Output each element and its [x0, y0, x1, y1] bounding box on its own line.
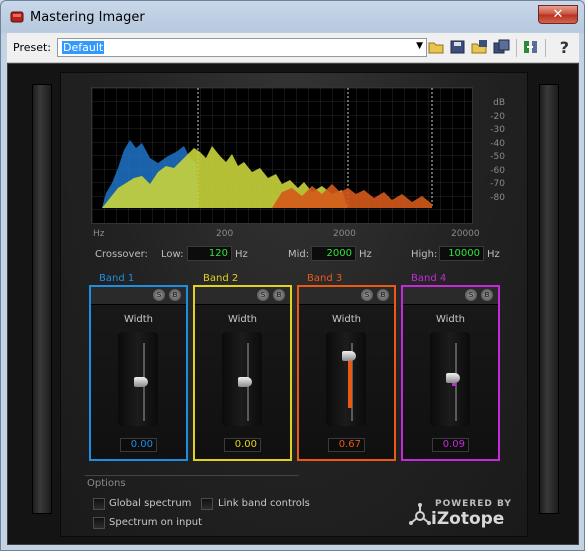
izotope-logo: POWERED BY iZotope [409, 497, 519, 531]
crossover-unit: Hz [235, 249, 248, 260]
band1-solo-button[interactable]: S [153, 289, 165, 301]
crossover-unit: Hz [359, 249, 372, 260]
band3-solo-button[interactable]: S [361, 289, 373, 301]
db-tick: -60 [490, 165, 505, 176]
options-divider [85, 475, 299, 476]
close-button[interactable]: ✕ [538, 5, 578, 24]
global-spectrum-checkbox[interactable] [93, 498, 105, 510]
band3-width-slider-thumb[interactable] [342, 350, 356, 361]
global-spectrum-label[interactable]: Global spectrum [109, 498, 191, 509]
spectrum-display[interactable] [91, 87, 473, 224]
band1-panel: S B Width 0.00 [89, 285, 188, 461]
mastering-imager-window: Mastering Imager ✕ Preset: Default ▼ ? d… [0, 0, 585, 551]
band3-width-value[interactable]: 0.67 [328, 438, 365, 452]
crossover-unit: Hz [487, 249, 500, 260]
toolbar-separator [516, 39, 517, 57]
compare-icon[interactable] [522, 39, 539, 55]
chevron-down-icon[interactable]: ▼ [416, 41, 423, 51]
band4-solo-button[interactable]: S [465, 289, 477, 301]
band1-title: Band 1 [99, 273, 135, 284]
rack-rail-left [32, 84, 52, 514]
band2-title: Band 2 [203, 273, 239, 284]
crossover-high-input[interactable]: 10000 [439, 246, 484, 261]
save-icon[interactable] [449, 39, 466, 55]
preset-value[interactable]: Default [62, 41, 105, 54]
db-tick: -50 [490, 152, 505, 162]
band-header: S B [91, 287, 186, 305]
crossover-low-label: Low: [161, 249, 184, 260]
spectrum-on-input-label[interactable]: Spectrum on input [109, 517, 202, 528]
spectrum-graph [92, 88, 472, 223]
band4-title: Band 4 [411, 273, 447, 284]
freq-tick: 200 [216, 229, 234, 239]
freq-tick: 2000 [333, 229, 356, 239]
band3-bypass-button[interactable]: B [377, 289, 389, 301]
help-button[interactable]: ? [560, 38, 569, 57]
db-tick: -40 [490, 138, 505, 149]
spectrum-on-input-checkbox[interactable] [93, 517, 105, 529]
band-header: S B [299, 287, 394, 305]
band3-title: Band 3 [307, 273, 343, 284]
band3-slider-fill [348, 355, 352, 409]
band-header: S B [195, 287, 290, 305]
band1-width-slider-thumb[interactable] [134, 377, 148, 387]
rack-rail-right [539, 84, 559, 514]
save-as-icon[interactable] [471, 39, 488, 55]
db-tick: -70 [490, 179, 505, 189]
imager-panel: dB -20 -30 -40 -50 -60 -70 -80 Hz 200 20… [60, 72, 528, 537]
band4-bypass-button[interactable]: B [481, 289, 493, 301]
band2-width-slider-thumb[interactable] [238, 377, 252, 387]
crossover-label: Crossover: [95, 249, 148, 260]
band2-solo-button[interactable]: S [257, 289, 269, 301]
preset-label: Preset: [13, 41, 52, 54]
copy-icon[interactable] [493, 39, 510, 55]
band4-width-value[interactable]: 0.09 [432, 438, 469, 452]
band4-panel: S B Width 0.09 [401, 285, 500, 461]
crossover-mid-label: Mid: [288, 249, 310, 260]
crossover-mid-input[interactable]: 2000 [311, 246, 356, 261]
db-tick: -80 [490, 192, 505, 203]
band2-bypass-button[interactable]: B [273, 289, 285, 301]
options-title: Options [87, 478, 126, 489]
band1-width-label: Width [123, 314, 154, 325]
band3-width-label: Width [331, 314, 362, 325]
band1-width-value[interactable]: 0.00 [120, 438, 157, 452]
logo-brand: iZotope [431, 509, 505, 529]
db-scale: dB -20 -30 -40 -50 -60 -70 -80 [479, 98, 505, 206]
band2-panel: S B Width 0.00 [193, 285, 292, 461]
plugin-area: dB -20 -30 -40 -50 -60 -70 -80 Hz 200 20… [7, 63, 579, 545]
logo-powered-by: POWERED BY [435, 499, 512, 509]
freq-unit-label: Hz [93, 229, 105, 239]
preset-dropdown[interactable]: Default ▼ [57, 38, 427, 57]
title-bar: Mastering Imager ✕ [1, 1, 584, 33]
izotope-logo-mark-icon [409, 503, 431, 525]
band1-bypass-button[interactable]: B [169, 289, 181, 301]
freq-tick: 20000 [451, 229, 480, 239]
band3-panel: S B Width 0.67 [297, 285, 396, 461]
db-tick: -30 [490, 125, 505, 135]
crossover-low-input[interactable]: 120 [187, 246, 232, 261]
band3-slider-well [326, 332, 366, 426]
band2-width-value[interactable]: 0.00 [224, 438, 261, 452]
window-title: Mastering Imager [30, 10, 145, 25]
band4-width-slider-thumb[interactable] [446, 373, 460, 384]
db-unit-label: dB [493, 98, 505, 108]
db-tick: -20 [490, 111, 505, 122]
open-folder-icon[interactable] [428, 39, 445, 55]
band2-width-label: Width [227, 314, 258, 325]
preset-toolbar: Preset: Default ▼ ? [7, 33, 579, 63]
band4-width-label: Width [435, 314, 466, 325]
crossover-high-label: High: [411, 249, 438, 260]
band-header: S B [403, 287, 498, 305]
app-icon [10, 11, 24, 23]
link-band-controls-checkbox[interactable] [201, 498, 213, 510]
link-band-controls-label[interactable]: Link band controls [218, 498, 310, 509]
toolbar-separator [545, 39, 546, 57]
